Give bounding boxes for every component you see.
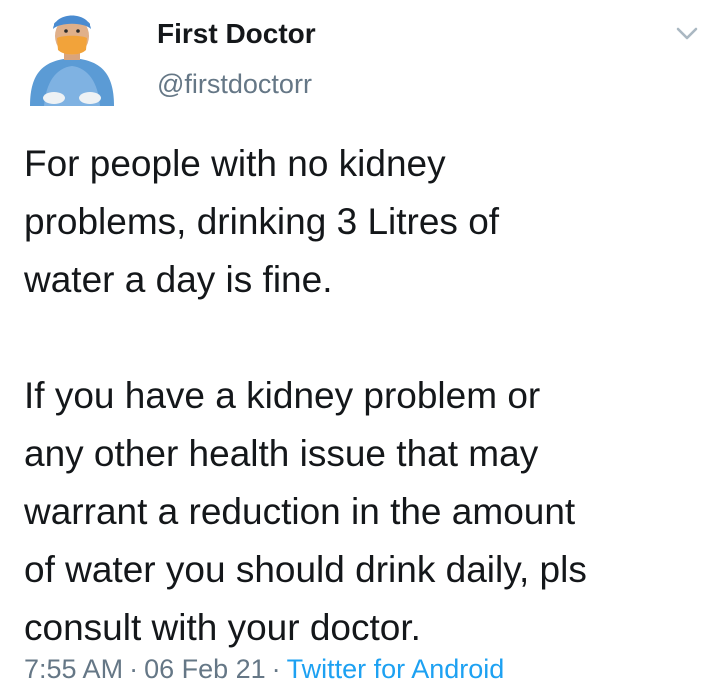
doctor-avatar-icon <box>30 15 114 106</box>
author-handle[interactable]: @firstdoctorr <box>157 67 312 101</box>
tweet-date[interactable]: 06 Feb 21 <box>144 654 266 684</box>
meta-separator: · <box>271 654 281 684</box>
avatar[interactable] <box>24 2 120 108</box>
tweet-menu-button[interactable] <box>672 22 702 46</box>
tweet-time[interactable]: 7:55 AM <box>24 654 123 684</box>
tweet-paragraph: If you have a kidney problem or any othe… <box>24 375 587 648</box>
tweet-text: For people with no kidney problems, drin… <box>24 135 704 657</box>
tweet-source-link[interactable]: Twitter for Android <box>287 654 505 684</box>
tweet-card: First Doctor @firstdoctorr For people wi… <box>0 0 720 690</box>
tweet-meta: 7:55 AM · 06 Feb 21 · Twitter for Android <box>24 652 504 686</box>
author-display-name[interactable]: First Doctor <box>157 17 316 51</box>
meta-separator: · <box>129 654 139 684</box>
chevron-down-icon <box>676 27 698 40</box>
tweet-paragraph: For people with no kidney problems, drin… <box>24 143 500 300</box>
